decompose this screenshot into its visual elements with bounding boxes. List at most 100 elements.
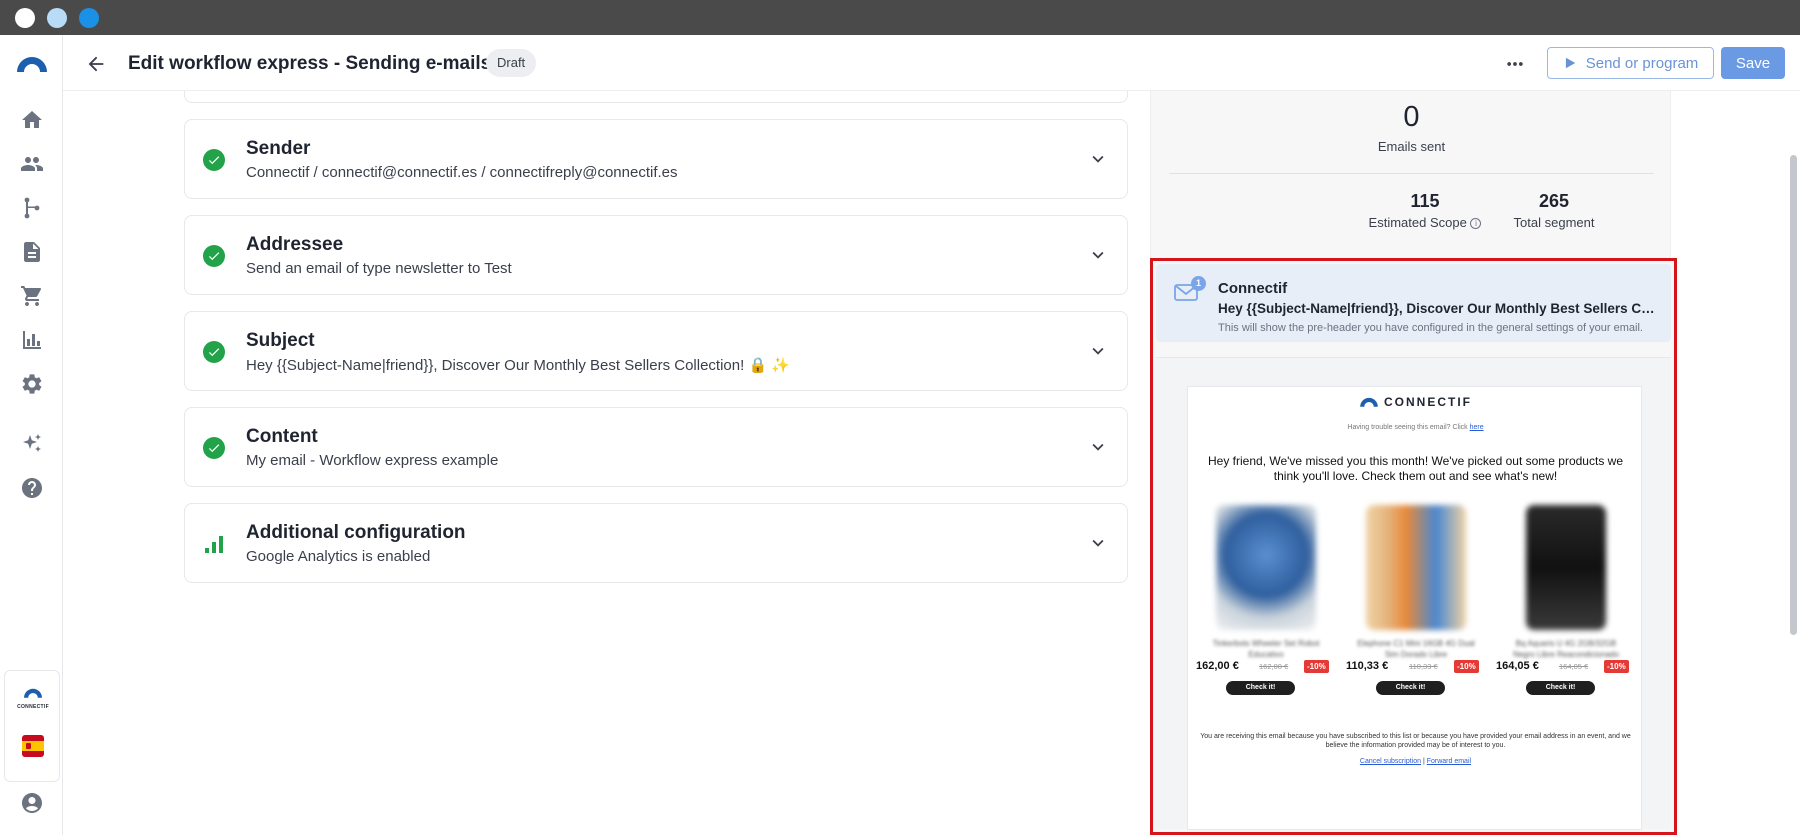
emails-sent-value: 0 (1403, 101, 1420, 133)
back-arrow-icon[interactable] (83, 51, 109, 77)
email-logo-text: CONNECTIF (1384, 395, 1472, 409)
check-circle-icon (203, 437, 225, 459)
inbox-preheader: This will show the pre-header you have c… (1218, 322, 1643, 334)
connectif-logo-icon[interactable] (15, 50, 49, 78)
addressee-card[interactable]: Addressee Send an email of type newslett… (184, 215, 1128, 295)
product-price: 164,05 € (1496, 660, 1539, 672)
check-it-button[interactable]: Check it! (1226, 681, 1295, 695)
more-options-icon[interactable] (1502, 51, 1528, 77)
estimated-scope-value: 115 (1410, 191, 1440, 211)
card-subtitle: Send an email of type newsletter to Test (246, 260, 512, 277)
card-title: Addressee (246, 234, 344, 255)
account-switcher[interactable]: CONNECTIF (4, 670, 60, 782)
email-footer-text: You are receiving this email because you… (1200, 733, 1631, 749)
spain-flag-icon[interactable] (22, 735, 44, 757)
inbox-sender: Connectif (1218, 280, 1288, 297)
check-it-button[interactable]: Check it! (1376, 681, 1445, 695)
page-header: Edit workflow express - Sending e-mails … (63, 35, 1800, 91)
page-scrollbar[interactable] (1790, 155, 1797, 635)
discount-badge: -10% (1454, 660, 1479, 673)
product-image[interactable] (1216, 505, 1316, 630)
discount-badge: -10% (1304, 660, 1329, 673)
window-close-dot[interactable] (15, 8, 35, 28)
cart-icon[interactable] (18, 282, 46, 310)
emails-sent-label: Emails sent (1377, 139, 1446, 154)
discount-badge: -10% (1604, 660, 1629, 673)
connectif-logo-icon (1360, 397, 1378, 407)
help-icon[interactable] (18, 474, 46, 502)
content-card[interactable]: Content My email - Workflow express exam… (184, 407, 1128, 487)
estimated-scope-label: Estimated Scope i (1345, 215, 1505, 230)
chevron-down-icon[interactable] (1087, 436, 1109, 458)
product-old-price: 110,33 € (1409, 662, 1438, 671)
email-intro: Hey friend, We've missed you this month!… (1208, 454, 1623, 483)
card-title: Sender (246, 138, 311, 159)
check-it-button[interactable]: Check it! (1526, 681, 1595, 695)
workflow-icon[interactable] (18, 194, 46, 222)
total-segment-label: Total segment (1513, 215, 1595, 230)
user-icon[interactable] (18, 789, 46, 817)
trouble-viewing-label: Having trouble seeing this email? Click (1347, 424, 1470, 431)
product-card[interactable]: Bq Aquaris U 4G 2GB/32GB Negro Libre Rea… (1496, 505, 1636, 695)
total-segment-value: 265 (1538, 191, 1570, 211)
window-minimize-dot[interactable] (47, 8, 67, 28)
email-content: CONNECTIF Having trouble seeing this ema… (1187, 386, 1642, 830)
unread-count-badge: 1 (1191, 276, 1206, 291)
card-title: Subject (246, 330, 315, 351)
sparkles-icon[interactable] (18, 430, 46, 458)
product-price: 162,00 € (1196, 660, 1239, 672)
chevron-down-icon[interactable] (1087, 532, 1109, 554)
email-body-area: CONNECTIF Having trouble seeing this ema… (1156, 357, 1671, 830)
email-logo: CONNECTIF (1188, 395, 1643, 409)
save-button[interactable]: Save (1721, 47, 1785, 79)
status-badge: Draft (486, 49, 537, 77)
card-subtitle: Google Analytics is enabled (246, 548, 431, 565)
product-old-price: 164,05 € (1559, 662, 1589, 671)
send-or-program-button[interactable]: Send or program (1547, 47, 1714, 79)
inbox-preview-row: 1 Connectif Hey {{Subject-Name|friend}},… (1156, 264, 1671, 342)
forward-email-link[interactable]: Forward email (1427, 758, 1471, 765)
contacts-icon[interactable] (18, 150, 46, 178)
account-logo[interactable]: CONNECTIF (11, 686, 55, 710)
send-button-label: Send or program (1585, 54, 1699, 72)
document-icon[interactable] (18, 238, 46, 266)
product-name[interactable]: Bq Aquaris U 4G 2GB/32GB Negro Libre Rea… (1504, 638, 1628, 660)
product-image[interactable] (1366, 505, 1466, 630)
card-subtitle: Hey {{Subject-Name|friend}}, Discover Ou… (246, 357, 790, 374)
account-logo-text: CONNECTIF (17, 704, 49, 710)
additional-configuration-card[interactable]: Additional configuration Google Analytic… (184, 503, 1128, 583)
sender-card[interactable]: Sender Connectif / connectif@connectif.e… (184, 119, 1128, 199)
card-subtitle: My email - Workflow express example (246, 452, 499, 469)
chevron-down-icon[interactable] (1087, 244, 1109, 266)
play-icon (1565, 57, 1575, 69)
window-maximize-dot[interactable] (79, 8, 99, 28)
previous-card-edge (184, 91, 1128, 103)
product-old-price: 162,00 € (1259, 662, 1289, 671)
analytics-icon (203, 533, 225, 555)
bar-chart-icon[interactable] (18, 326, 46, 354)
page-title: Edit workflow express - Sending e-mails (128, 53, 492, 74)
connectif-mini-logo-icon (24, 688, 42, 698)
info-icon[interactable]: i (1470, 218, 1482, 230)
chevron-down-icon[interactable] (1087, 148, 1109, 170)
chevron-down-icon[interactable] (1087, 340, 1109, 362)
divider (1169, 173, 1654, 174)
subject-card[interactable]: Subject Hey {{Subject-Name|friend}}, Dis… (184, 311, 1128, 391)
cancel-subscription-link[interactable]: Cancel subscription (1360, 758, 1421, 765)
card-title: Content (246, 426, 318, 447)
view-online-link[interactable]: here (1470, 424, 1484, 431)
gear-icon[interactable] (18, 370, 46, 398)
email-preview-frame: 1 Connectif Hey {{Subject-Name|friend}},… (1150, 258, 1677, 835)
product-name[interactable]: Elephone C1 Mini 16GB 4G Dual Sim Dorado… (1354, 638, 1478, 660)
card-subtitle: Connectif / connectif@connectif.es / con… (246, 164, 678, 181)
product-card[interactable]: Elephone C1 Mini 16GB 4G Dual Sim Dorado… (1346, 505, 1486, 695)
window-titlebar (0, 0, 1800, 35)
product-card[interactable]: Tinkerbots Wheeler Set Robot Educativo 1… (1196, 505, 1336, 695)
inbox-subject: Hey {{Subject-Name|friend}}, Discover Ou… (1218, 301, 1658, 316)
product-image[interactable] (1526, 505, 1606, 630)
card-title: Additional configuration (246, 522, 466, 543)
check-circle-icon (203, 341, 225, 363)
check-circle-icon (203, 149, 225, 171)
product-name[interactable]: Tinkerbots Wheeler Set Robot Educativo (1204, 638, 1328, 660)
home-icon[interactable] (18, 106, 46, 134)
